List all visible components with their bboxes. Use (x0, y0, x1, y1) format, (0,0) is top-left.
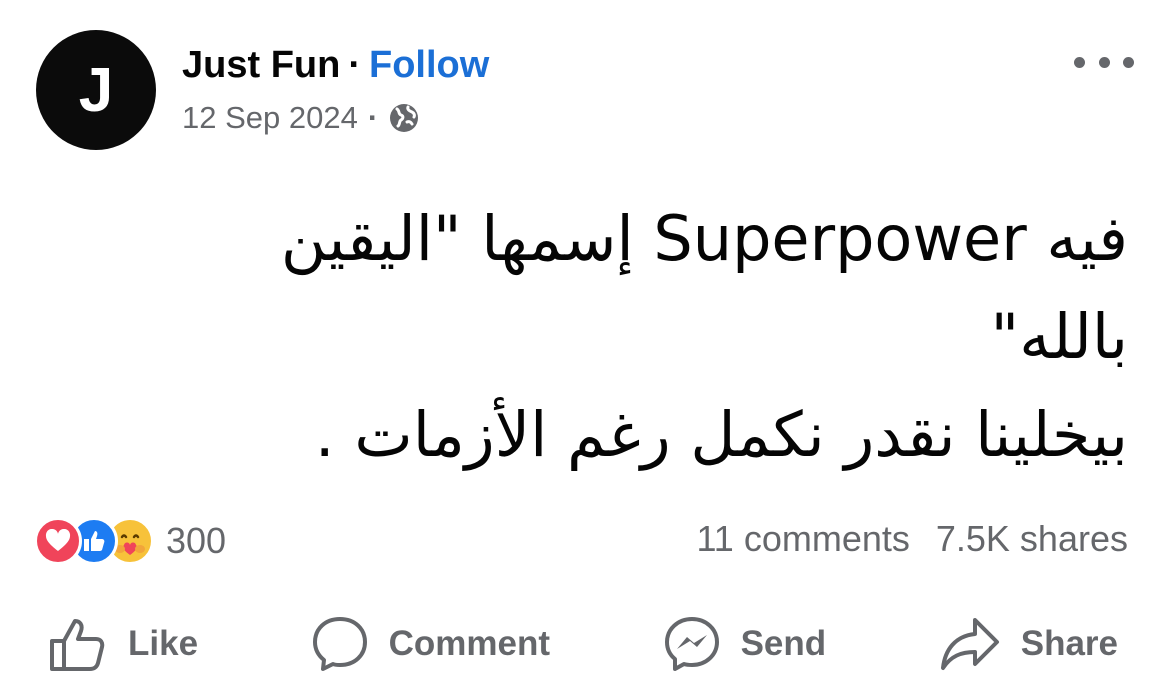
send-label: Send (740, 624, 827, 663)
more-options-icon[interactable] (1074, 52, 1134, 72)
love-reaction-icon (34, 517, 82, 565)
post-date[interactable]: 12 Sep 2024 (182, 100, 358, 136)
name-separator: · (348, 44, 361, 86)
engagement-counts: 11 comments 7.5K shares (696, 518, 1128, 560)
reactions-summary[interactable]: 300 (34, 516, 226, 566)
reaction-count[interactable]: 300 (166, 520, 226, 562)
follow-button[interactable]: Follow (369, 44, 489, 86)
like-label: Like (128, 624, 199, 663)
more-dot (1123, 56, 1134, 68)
share-label: Share (1020, 624, 1118, 663)
send-button[interactable]: Send (663, 615, 827, 673)
share-arrow-icon (940, 618, 999, 670)
post-text-line: بالله" (990, 300, 1128, 373)
comments-count[interactable]: 11 comments (696, 518, 909, 559)
comment-bubble-icon (312, 617, 367, 671)
post-text-line: بيخلينا نقدر نكمل رغم الأزمات . (314, 398, 1128, 471)
post-header: J Just Fun · Follow 12 Sep 2024 · (36, 30, 1134, 154)
share-button[interactable]: Share (939, 616, 1118, 672)
more-dot (1098, 56, 1110, 68)
messenger-icon (664, 617, 719, 671)
comment-button[interactable]: Comment (311, 615, 550, 673)
more-dot (1074, 56, 1085, 68)
post-text: فيه Superpower إسمها "اليقين بالله" بيخل… (48, 190, 1128, 484)
shares-count[interactable]: 7.5K shares (936, 518, 1128, 559)
globe-icon (390, 104, 419, 132)
meta-separator: · (367, 100, 379, 135)
author-row: Just Fun · Follow (182, 44, 489, 87)
comment-label: Comment (388, 624, 551, 663)
post-meta: 12 Sep 2024 · (182, 100, 420, 136)
author-name[interactable]: Just Fun (182, 44, 340, 86)
like-button[interactable]: Like (48, 615, 198, 673)
avatar[interactable]: J (36, 30, 156, 150)
post-text-line: فيه Superpower إسمها "اليقين (280, 202, 1128, 275)
post-actions-bar: Like Comment Send Share (48, 608, 1118, 680)
thumbs-up-icon (50, 619, 105, 671)
post-stats: 300 11 comments 7.5K shares (34, 510, 1128, 570)
